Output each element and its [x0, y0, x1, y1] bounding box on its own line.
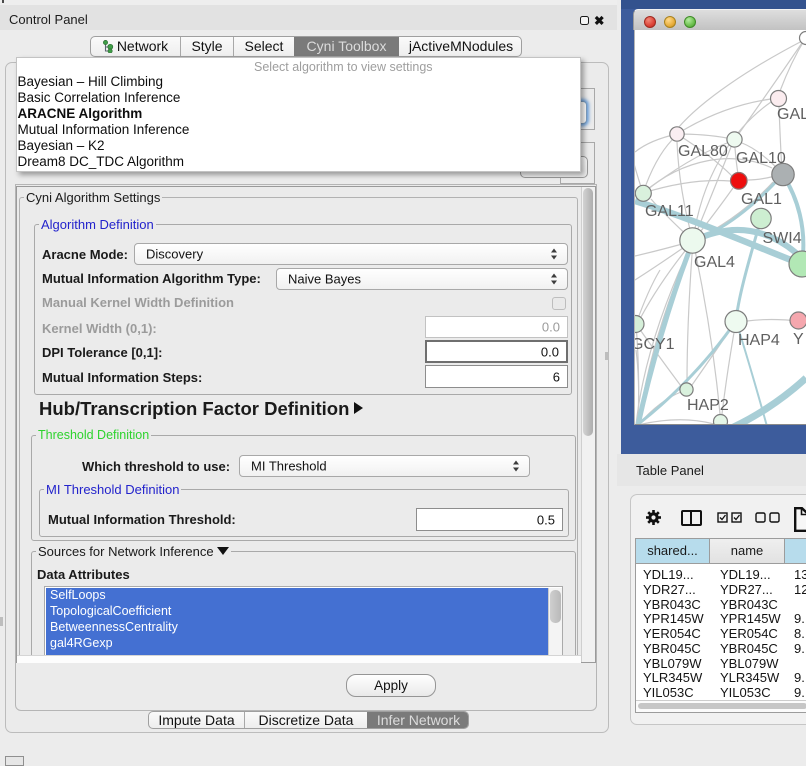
svg-text:GAL4: GAL4: [694, 254, 735, 271]
svg-text:Y: Y: [793, 331, 804, 348]
svg-text:GAL: GAL: [777, 106, 806, 123]
svg-text:GAL11: GAL11: [645, 203, 694, 220]
svg-text:GAL80: GAL80: [678, 143, 728, 160]
svg-text:GAL1: GAL1: [741, 191, 782, 208]
svg-text:GAL10: GAL10: [736, 150, 786, 167]
svg-text:HAP2: HAP2: [687, 397, 729, 414]
svg-text:HAP4: HAP4: [738, 332, 780, 349]
svg-text:GCY1: GCY1: [635, 336, 675, 353]
svg-text:SWI4: SWI4: [763, 230, 802, 247]
